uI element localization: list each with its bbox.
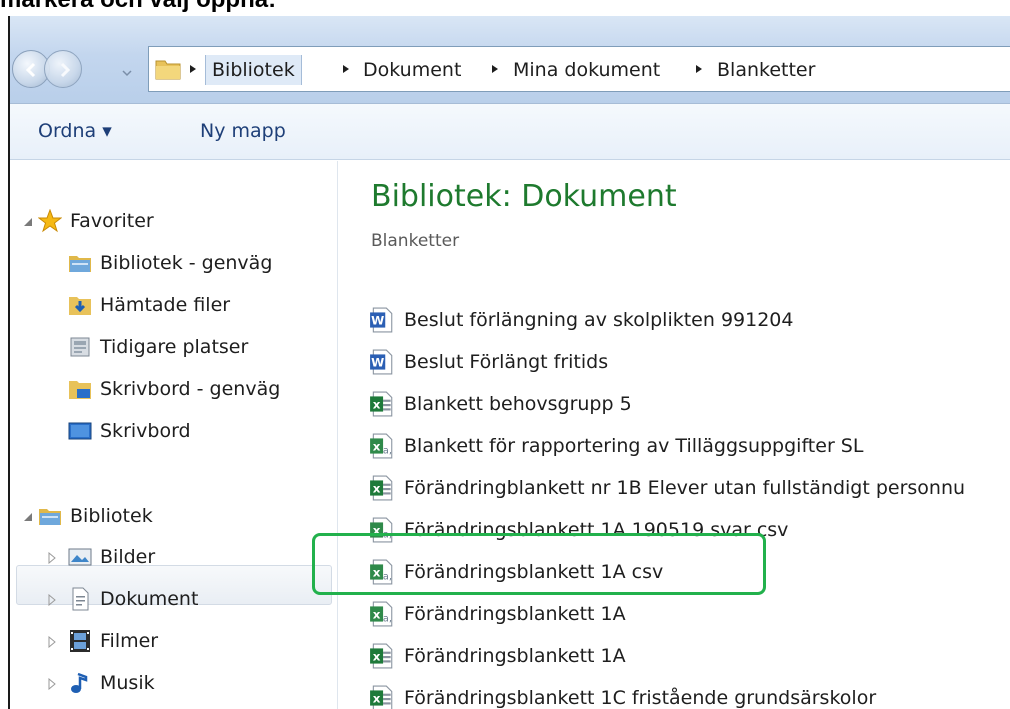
file-name: Förändringblankett nr 1B Elever utan ful… xyxy=(404,477,966,499)
file-row[interactable]: a, x Förändringsblankett 1A csv xyxy=(369,555,1010,589)
nav-item-label: Bibliotek - genväg xyxy=(100,252,273,274)
address-strip: Bibliotek Dokument Mina dokument Blanket… xyxy=(10,16,1010,104)
nav-item-label: Bilder xyxy=(100,546,156,568)
file-row[interactable]: a, x Förändringsblankett 1A 190519 svar cs… xyxy=(369,513,1010,547)
content-pane: Bibliotek: Dokument Blanketter W Beslut f… xyxy=(339,161,1010,709)
file-name: Beslut förlängning av skolplikten 991204 xyxy=(404,309,794,331)
svg-text:W: W xyxy=(371,313,384,327)
csv-file-icon: a,x xyxy=(370,433,393,459)
nav-libraries-label: Bibliotek xyxy=(70,505,153,527)
svg-text:x: x xyxy=(373,649,381,663)
new-folder-button[interactable]: Ny mapp xyxy=(200,114,286,148)
organize-button[interactable]: Ordna ▾ xyxy=(38,114,112,148)
file-name: Förändringsblankett 1C fristående grunds… xyxy=(404,687,877,709)
file-name: Blankett för rapportering av Tilläggsupp… xyxy=(404,435,864,457)
svg-text:x: x xyxy=(373,481,381,495)
back-arrow-icon xyxy=(25,62,36,78)
nav-favorites-label: Favoriter xyxy=(70,210,154,232)
breadcrumb-mina-dokument[interactable]: Mina dokument xyxy=(513,55,660,85)
excel-file-icon: x xyxy=(370,391,393,417)
page-caption: markera och välj öppna: xyxy=(0,0,276,16)
csv-file-icon: a,x xyxy=(370,517,393,543)
svg-text:x: x xyxy=(373,439,381,453)
nav-item-label: Tidigare platser xyxy=(100,336,249,358)
svg-text:x: x xyxy=(373,691,381,705)
file-row[interactable]: x Förändringsblankett 1C fristående grund… xyxy=(369,681,1010,709)
svg-text:x: x xyxy=(373,523,381,537)
pictures-icon xyxy=(68,548,92,566)
expanded-triangle-icon[interactable] xyxy=(22,511,34,523)
nav-item-label: Hämtade filer xyxy=(100,294,231,316)
file-row[interactable]: x Förändringblankett nr 1B Elever utan fu… xyxy=(369,471,1010,505)
file-name: Förändringsblankett 1A csv xyxy=(404,561,664,583)
library-icon xyxy=(39,509,61,525)
collapsed-triangle-icon[interactable] xyxy=(46,636,58,648)
forward-arrow-icon xyxy=(60,62,71,78)
library-title: Bibliotek: Dokument xyxy=(371,179,677,214)
breadcrumb-arrow-icon[interactable] xyxy=(342,64,350,74)
word-document-icon: W xyxy=(370,307,393,333)
library-subtitle: Blanketter xyxy=(371,231,460,251)
file-row[interactable]: W Beslut Förlängt fritids xyxy=(369,345,1010,379)
csv-file-icon: a,x xyxy=(370,559,393,585)
file-row[interactable]: x Förändringsblankett 1A xyxy=(369,639,1010,673)
excel-file-icon: x xyxy=(370,475,393,501)
documents-icon xyxy=(72,587,89,611)
nav-item-label: Dokument xyxy=(100,588,199,610)
collapsed-triangle-icon[interactable] xyxy=(46,678,58,690)
command-bar: Ordna ▾ Ny mapp xyxy=(10,104,1010,160)
svg-text:a,: a, xyxy=(383,446,392,457)
file-name: Beslut Förlängt fritids xyxy=(404,351,609,373)
star-icon xyxy=(38,209,62,233)
svg-text:a,: a, xyxy=(383,614,392,625)
breadcrumb-bibliotek[interactable]: Bibliotek xyxy=(205,55,302,85)
svg-text:a,: a, xyxy=(383,530,392,541)
forward-button[interactable] xyxy=(44,50,82,88)
svg-text:x: x xyxy=(373,397,381,411)
collapsed-triangle-icon[interactable] xyxy=(46,552,58,564)
nav-item-label: Skrivbord - genväg xyxy=(100,378,281,400)
desktop-icon xyxy=(68,422,92,440)
excel-file-icon: x xyxy=(370,643,393,669)
address-bar[interactable]: Bibliotek Dokument Mina dokument Blanket… xyxy=(148,46,1010,92)
library-icon xyxy=(69,256,91,272)
folder-icon xyxy=(155,60,181,80)
navigation-pane: Favoriter Bibliotek - genväg Hämtade fil… xyxy=(10,161,338,709)
nav-item-label: Musik xyxy=(100,672,155,694)
excel-file-icon: x xyxy=(370,685,393,709)
csv-file-icon: a,x xyxy=(370,601,393,627)
file-name: Förändringsblankett 1A xyxy=(404,645,626,667)
breadcrumb-dokument[interactable]: Dokument xyxy=(363,55,461,85)
breadcrumb-blanketter[interactable]: Blanketter xyxy=(717,55,815,85)
file-name: Blankett behovsgrupp 5 xyxy=(404,393,632,415)
file-name: Förändringsblankett 1A xyxy=(404,603,626,625)
expanded-triangle-icon[interactable] xyxy=(22,216,34,228)
nav-item-label: Filmer xyxy=(100,630,159,652)
word-document-icon: W xyxy=(370,349,393,375)
desktop-folder-icon xyxy=(69,381,91,399)
file-row[interactable]: a, x Blankett för rapportering av Tilläggs… xyxy=(369,429,1010,463)
svg-text:a,: a, xyxy=(383,572,392,583)
recent-places-icon xyxy=(70,337,90,357)
svg-text:x: x xyxy=(373,565,381,579)
file-row[interactable]: x Blankett behovsgrupp 5 xyxy=(369,387,1010,421)
recent-pages-chevron-icon[interactable] xyxy=(122,69,132,77)
file-row[interactable]: W Beslut förlängning av skolplikten 99120… xyxy=(369,303,1010,337)
file-row[interactable]: a, x Förändringsblankett 1A xyxy=(369,597,1010,631)
videos-icon xyxy=(70,630,90,652)
breadcrumb-arrow-icon[interactable] xyxy=(189,64,197,74)
breadcrumb-arrow-icon[interactable] xyxy=(491,64,499,74)
svg-text:W: W xyxy=(371,355,384,369)
music-icon xyxy=(71,672,88,693)
breadcrumb-arrow-icon[interactable] xyxy=(695,64,703,74)
collapsed-triangle-icon[interactable] xyxy=(46,594,58,606)
file-name: Förändringsblankett 1A 190519 svar csv xyxy=(404,519,789,541)
nav-item-label: Skrivbord xyxy=(100,420,191,442)
downloads-folder-icon xyxy=(69,297,91,315)
explorer-window: Bibliotek Dokument Mina dokument Blanket… xyxy=(8,16,1010,709)
svg-text:x: x xyxy=(373,607,381,621)
